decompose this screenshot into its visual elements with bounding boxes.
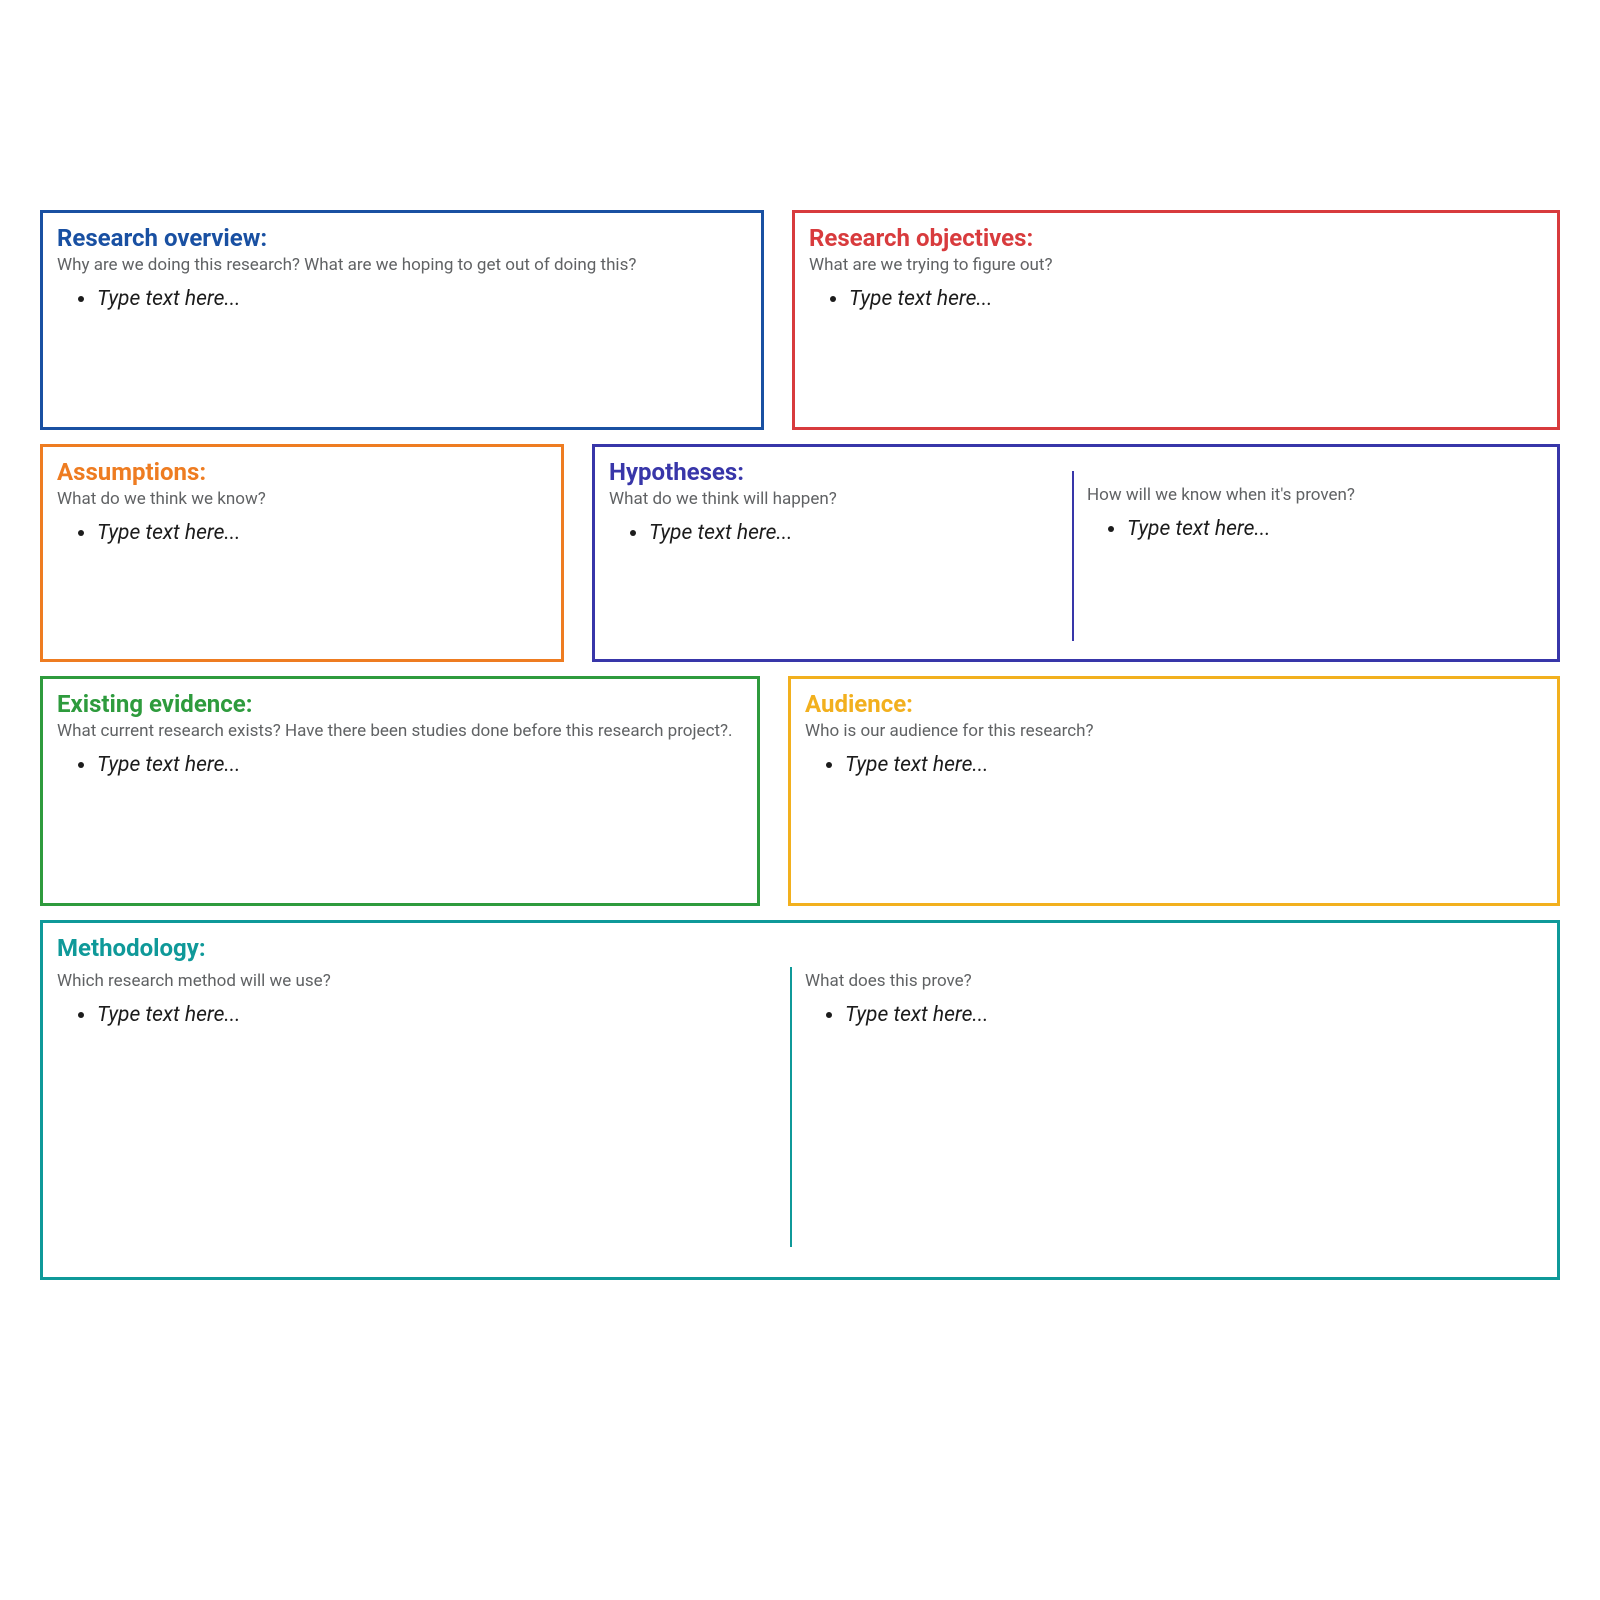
row-2: Assumptions: What do we think we know? T… [40,444,1560,662]
placeholder-text[interactable]: Type text here... [97,1001,777,1030]
card-title: Research objectives: [809,223,1543,253]
placeholder-text[interactable]: Type text here... [97,751,743,780]
methodology-right[interactable]: What does this prove? Type text here... [791,923,1557,1277]
hypotheses-right[interactable]: How will we know when it's proven? Type … [1073,447,1557,659]
card-subtitle: Who is our audience for this research? [805,721,1543,741]
card-title: Research overview: [57,223,747,253]
placeholder-text[interactable]: Type text here... [649,519,1059,548]
card-content[interactable]: Type text here... [609,519,1059,548]
hypotheses-left[interactable]: Hypotheses: What do we think will happen… [595,447,1073,659]
card-content[interactable]: Type text here... [805,1001,1543,1030]
card-subtitle: What current research exists? Have there… [57,721,743,741]
placeholder-text[interactable]: Type text here... [845,751,1543,780]
card-subtitle: Which research method will we use? [57,971,777,991]
card-content[interactable]: Type text here... [57,751,743,780]
placeholder-text[interactable]: Type text here... [849,285,1543,314]
divider [790,967,792,1247]
row-1: Research overview: Why are we doing this… [40,210,1560,430]
research-plan-canvas: Research overview: Why are we doing this… [40,210,1560,1280]
methodology-left[interactable]: Methodology: Which research method will … [43,923,791,1277]
card-content[interactable]: Type text here... [57,285,747,314]
card-research-objectives[interactable]: Research objectives: What are we trying … [792,210,1560,430]
card-subtitle: What does this prove? [805,971,1543,991]
card-title: Assumptions: [57,457,547,487]
hypotheses-columns: Hypotheses: What do we think will happen… [595,447,1557,659]
card-subtitle: What are we trying to figure out? [809,255,1543,275]
card-title: Audience: [805,689,1543,719]
card-subtitle: Why are we doing this research? What are… [57,255,747,275]
card-research-overview[interactable]: Research overview: Why are we doing this… [40,210,764,430]
placeholder-text[interactable]: Type text here... [1127,515,1543,544]
card-content[interactable]: Type text here... [1087,515,1543,544]
placeholder-text[interactable]: Type text here... [845,1001,1543,1030]
card-existing-evidence[interactable]: Existing evidence: What current research… [40,676,760,906]
card-methodology[interactable]: Methodology: Which research method will … [40,920,1560,1280]
card-subtitle: What do we think we know? [57,489,547,509]
card-title: Hypotheses: [609,457,1059,487]
row-4: Methodology: Which research method will … [40,920,1560,1280]
divider [1072,471,1074,641]
row-3: Existing evidence: What current research… [40,676,1560,906]
methodology-columns: Methodology: Which research method will … [43,923,1557,1277]
card-title: Existing evidence: [57,689,743,719]
card-audience[interactable]: Audience: Who is our audience for this r… [788,676,1560,906]
card-content[interactable]: Type text here... [57,1001,777,1030]
card-assumptions[interactable]: Assumptions: What do we think we know? T… [40,444,564,662]
placeholder-text[interactable]: Type text here... [97,519,547,548]
card-title: Methodology: [57,933,777,963]
card-content[interactable]: Type text here... [805,751,1543,780]
card-subtitle: What do we think will happen? [609,489,1059,509]
card-content[interactable]: Type text here... [809,285,1543,314]
card-content[interactable]: Type text here... [57,519,547,548]
card-hypotheses[interactable]: Hypotheses: What do we think will happen… [592,444,1560,662]
placeholder-text[interactable]: Type text here... [97,285,747,314]
card-subtitle: How will we know when it's proven? [1087,485,1543,505]
